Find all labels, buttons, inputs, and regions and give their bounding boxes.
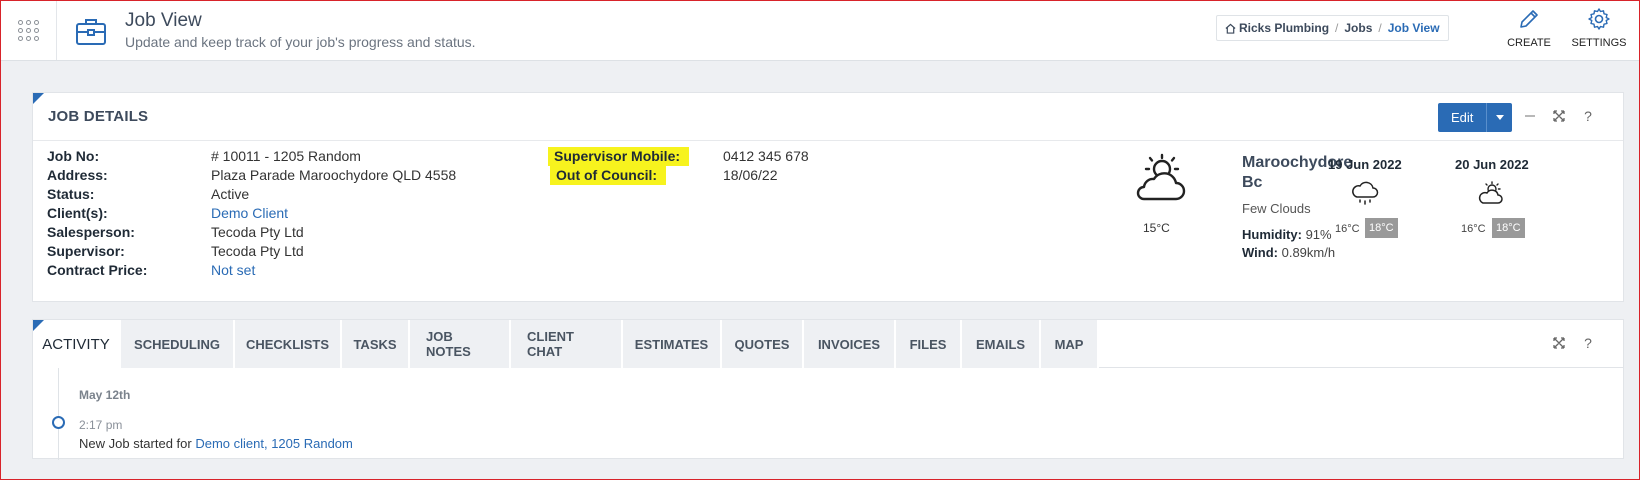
supervisor-label: Supervisor: (47, 243, 125, 259)
page-title: Job View (125, 10, 202, 31)
help-icon[interactable]: ? (1579, 334, 1597, 352)
tab-checklists[interactable]: CHECKLISTS (235, 320, 342, 368)
job-no-value: # 10011 - 1205 Random (211, 148, 361, 164)
breadcrumb-current: Job View (1387, 21, 1440, 35)
expand-icon[interactable] (1550, 107, 1568, 125)
edit-button[interactable]: Edit (1438, 103, 1487, 132)
settings-label: SETTINGS (1571, 37, 1627, 49)
client-link[interactable]: Demo Client (211, 205, 288, 221)
edit-button-group: Edit (1438, 103, 1513, 132)
job-details-panel: JOB DETAILS Edit ? Job No: # 10011 - 120… (32, 92, 1624, 302)
timeline-dot-icon (52, 416, 65, 429)
breadcrumb-jobs[interactable]: Jobs (1344, 21, 1372, 35)
humidity-row: Humidity: 91% (1242, 227, 1332, 242)
rain-cloud-icon (1352, 181, 1379, 205)
wind-value: 0.89km/h (1281, 245, 1336, 260)
top-header: Job View Update and keep track of your j… (1, 1, 1639, 61)
activity-entry-text: New Job started for (79, 436, 196, 451)
activity-entry-link[interactable]: Demo client, 1205 Random (195, 436, 353, 451)
supervisor-value: Tecoda Pty Ltd (211, 243, 304, 259)
briefcase-icon (76, 19, 106, 45)
breadcrumb: Ricks Plumbing / Jobs / Job View (1216, 15, 1449, 41)
tab-files[interactable]: FILES (896, 320, 962, 368)
salesperson-value: Tecoda Pty Ltd (211, 224, 304, 240)
activity-date: May 12th (79, 388, 131, 402)
gear-icon (1588, 8, 1610, 30)
supervisor-mobile-label: Supervisor Mobile: (548, 147, 690, 166)
tab-estimates[interactable]: ESTIMATES (623, 320, 722, 368)
supervisor-mobile-value: 0412 345 678 (723, 148, 809, 164)
tab-scheduling[interactable]: SCHEDULING (121, 320, 235, 368)
minimize-icon[interactable] (1521, 107, 1539, 125)
page-subtitle: Update and keep track of your job's prog… (125, 34, 476, 50)
salesperson-label: Salesperson: (47, 224, 135, 240)
out-of-council-label: Out of Council: (550, 166, 667, 185)
status-label: Status: (47, 186, 95, 202)
forecast-high-2: 18°C (1492, 218, 1525, 238)
tab-map[interactable]: MAP (1041, 320, 1099, 368)
wind-row: Wind: 0.89km/h (1242, 245, 1335, 260)
activity-tabs: ACTIVITY SCHEDULING CHECKLISTS TASKS JOB… (33, 320, 1099, 368)
job-no-label: Job No: (47, 148, 100, 164)
tab-quotes[interactable]: QUOTES (722, 320, 804, 368)
contract-price-label: Contract Price: (47, 262, 148, 278)
status-value: Active (211, 186, 250, 202)
job-details-title: JOB DETAILS (48, 108, 149, 125)
tab-job-notes[interactable]: JOB NOTES (410, 320, 511, 368)
settings-button[interactable]: SETTINGS (1567, 7, 1631, 49)
edit-dropdown-toggle[interactable] (1486, 103, 1513, 132)
help-icon[interactable]: ? (1579, 107, 1597, 125)
out-of-council-value: 18/06/22 (723, 167, 778, 183)
activity-time: 2:17 pm (79, 418, 123, 432)
forecast-low-2: 16°C (1461, 223, 1486, 235)
create-label: CREATE (1507, 37, 1551, 49)
tab-emails[interactable]: EMAILS (962, 320, 1041, 368)
forecast-date-1: 19 Jun 2022 (1328, 157, 1402, 172)
home-icon (1225, 23, 1236, 34)
tab-activity[interactable]: ACTIVITY (33, 320, 121, 368)
address-label: Address: (47, 167, 108, 183)
forecast-high-1: 18°C (1365, 218, 1398, 238)
humidity-value: 91% (1305, 227, 1332, 242)
wind-label: Wind: (1242, 245, 1278, 260)
contract-price-link[interactable]: Not set (211, 262, 255, 278)
activity-entry: New Job started for Demo client, 1205 Ra… (79, 436, 353, 451)
expand-icon[interactable] (1550, 334, 1568, 352)
tab-invoices[interactable]: INVOICES (804, 320, 896, 368)
apps-grid-icon (18, 20, 39, 41)
chevron-down-icon (1495, 115, 1504, 120)
create-button[interactable]: CREATE (1501, 7, 1557, 49)
humidity-label: Humidity: (1242, 227, 1302, 242)
forecast-date-2: 20 Jun 2022 (1455, 157, 1529, 172)
partly-cloudy-small-icon (1478, 181, 1503, 204)
weather-condition: Few Clouds (1242, 201, 1311, 216)
activity-panel: ACTIVITY SCHEDULING CHECKLISTS TASKS JOB… (32, 319, 1624, 460)
current-temperature: 15°C (1143, 221, 1170, 235)
address-value: Plaza Parade Maroochydore QLD 4558 (211, 167, 457, 183)
timeline-line (58, 368, 59, 460)
forecast-low-1: 16°C (1335, 223, 1360, 235)
apps-menu-button[interactable] (1, 1, 57, 60)
tab-tasks[interactable]: TASKS (342, 320, 410, 368)
partly-cloudy-icon (1136, 153, 1186, 201)
pencil-icon (1520, 10, 1538, 28)
tab-client-chat[interactable]: CLIENT CHAT (511, 320, 623, 368)
breadcrumb-company[interactable]: Ricks Plumbing (1239, 21, 1329, 35)
clients-label: Client(s): (47, 205, 108, 221)
